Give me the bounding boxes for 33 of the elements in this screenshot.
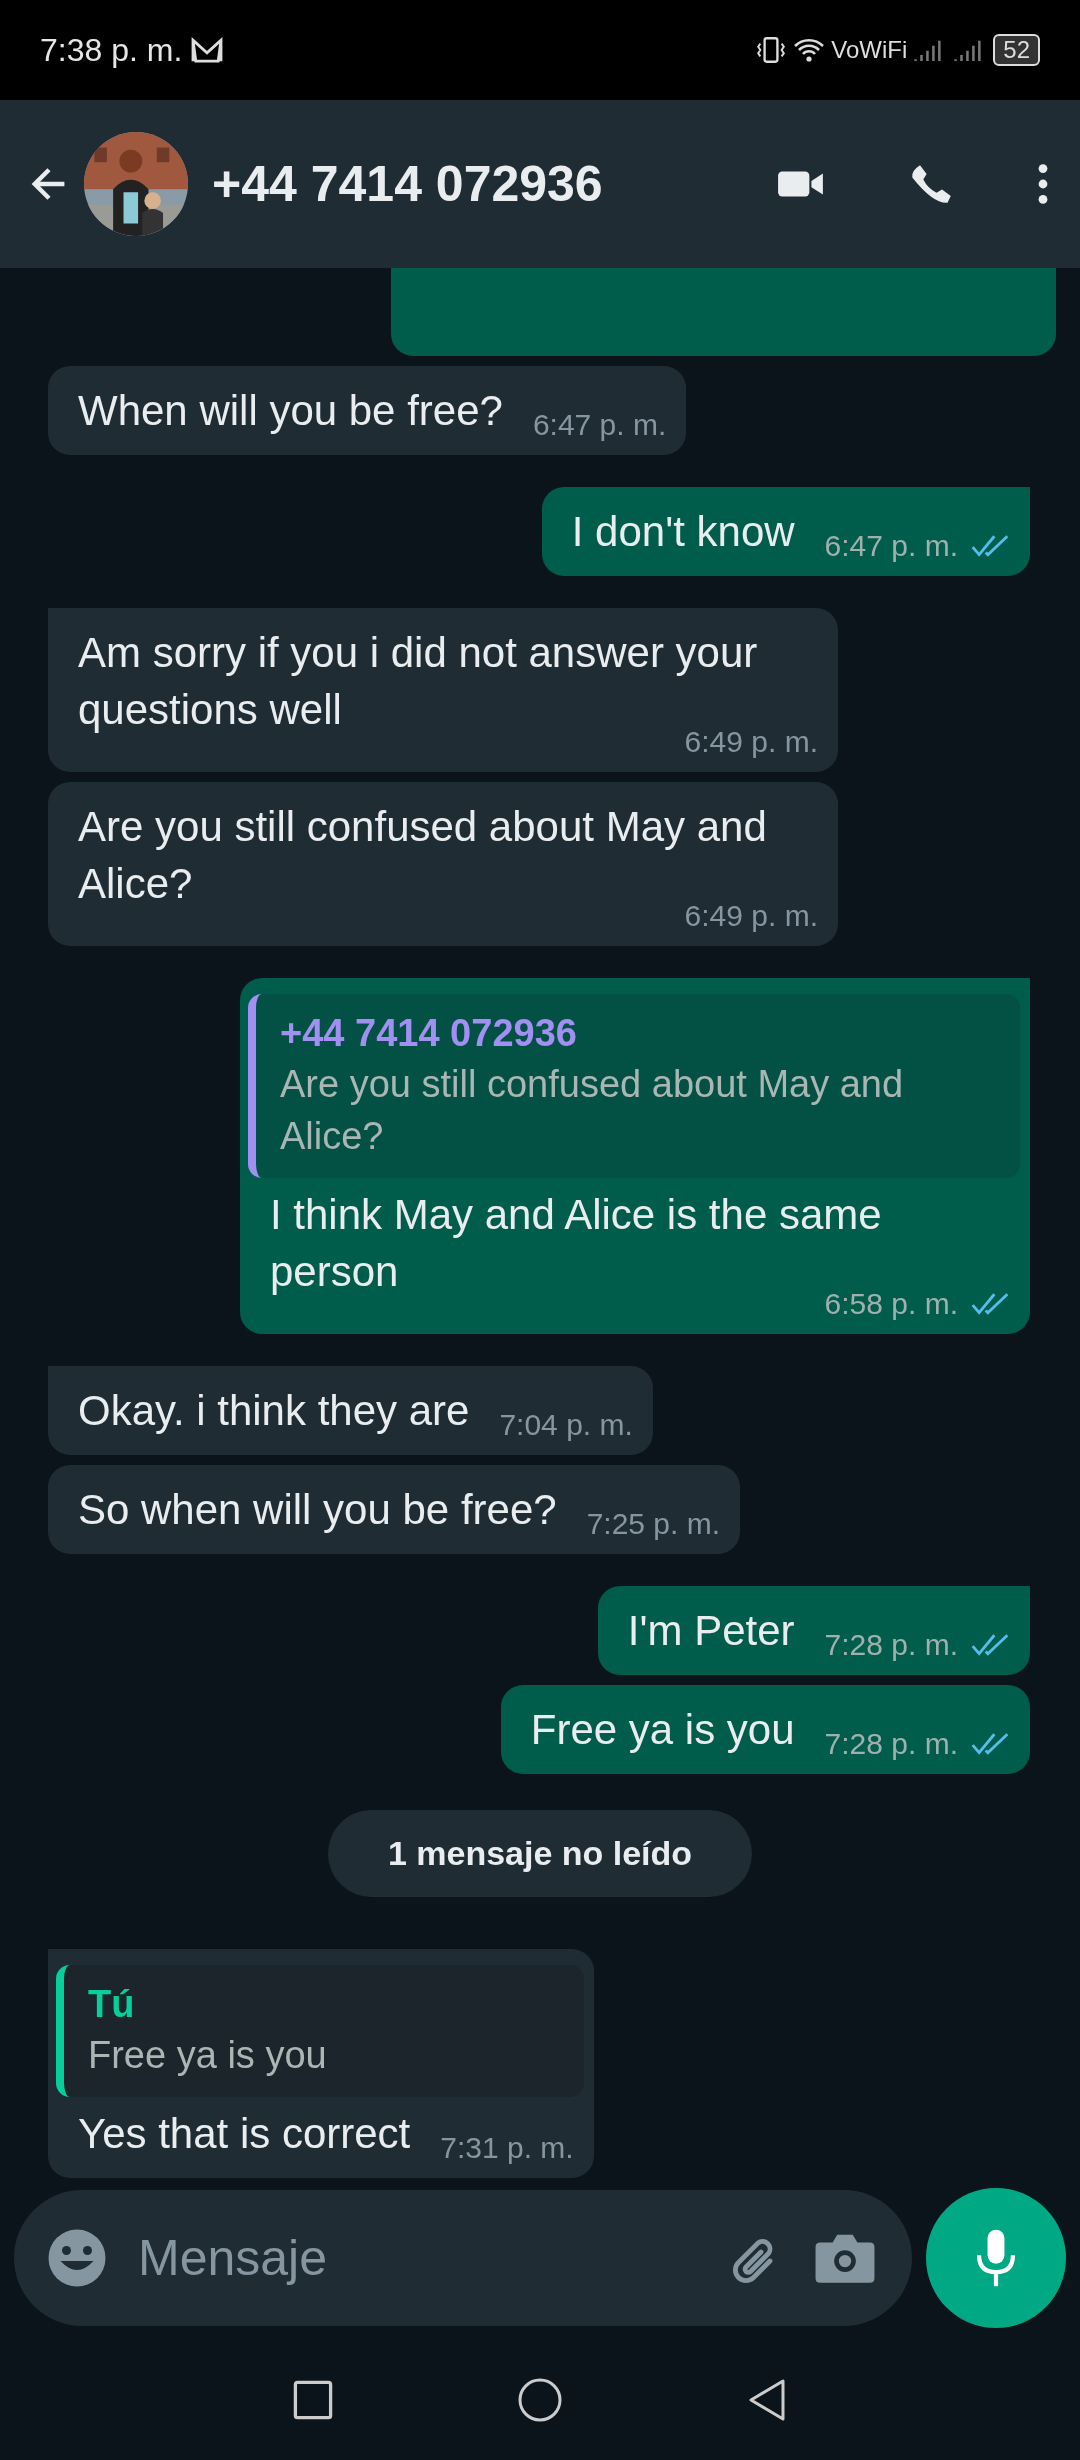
quote-author: +44 7414 072936 <box>280 1011 578 1056</box>
mail-icon <box>190 36 225 64</box>
quote-author: Tú <box>88 1982 136 2027</box>
message-text: When will you be free? <box>78 386 503 436</box>
message-text: Free ya is you <box>530 1705 795 1755</box>
quote-text: Free ya is you <box>88 2033 328 2078</box>
emoji-icon[interactable] <box>46 2228 108 2288</box>
message-text: Yes that is correct <box>78 2109 411 2159</box>
clock: 7:38 p. m. <box>40 31 183 69</box>
message-input[interactable]: Mensaje <box>136 2228 696 2288</box>
message-time: 7:28 p. m. <box>824 1726 958 1762</box>
vibrate-icon <box>755 35 788 65</box>
message-field[interactable]: Mensaje <box>14 2190 912 2326</box>
menu-icon[interactable] <box>1036 162 1050 206</box>
quote-text: Are you still confused about May and Alice? <box>280 1062 905 1159</box>
unread-divider: 1 mensaje no leído <box>327 1810 753 1897</box>
message-time: 7:31 p. m. <box>440 2130 574 2166</box>
message-time: 7:28 p. m. <box>824 1627 958 1663</box>
quoted-message[interactable]: Tú Free ya is you <box>56 1965 584 2097</box>
message-time: 6:47 p. m. <box>824 528 958 564</box>
contact-name[interactable]: +44 7414 072936 <box>212 155 776 213</box>
message-time: 7:25 p. m. <box>586 1506 721 1542</box>
message-time: 6:47 p. m. <box>532 407 667 443</box>
battery-indicator: 52 <box>993 34 1040 66</box>
microphone-icon <box>974 2227 1018 2289</box>
message-text: I don't know <box>571 507 795 557</box>
message-text: I'm Peter <box>627 1606 795 1656</box>
message-time: 7:04 p. m. <box>499 1407 633 1443</box>
message-text: Okay. i think they are <box>78 1386 470 1436</box>
quoted-message[interactable]: +44 7414 072936 Are you still confused about May and Alice? <box>248 994 1020 1178</box>
message-text: So when will you be free? <box>78 1485 557 1535</box>
network-label: VoWiFi <box>831 36 908 64</box>
home-icon[interactable] <box>518 2378 562 2422</box>
